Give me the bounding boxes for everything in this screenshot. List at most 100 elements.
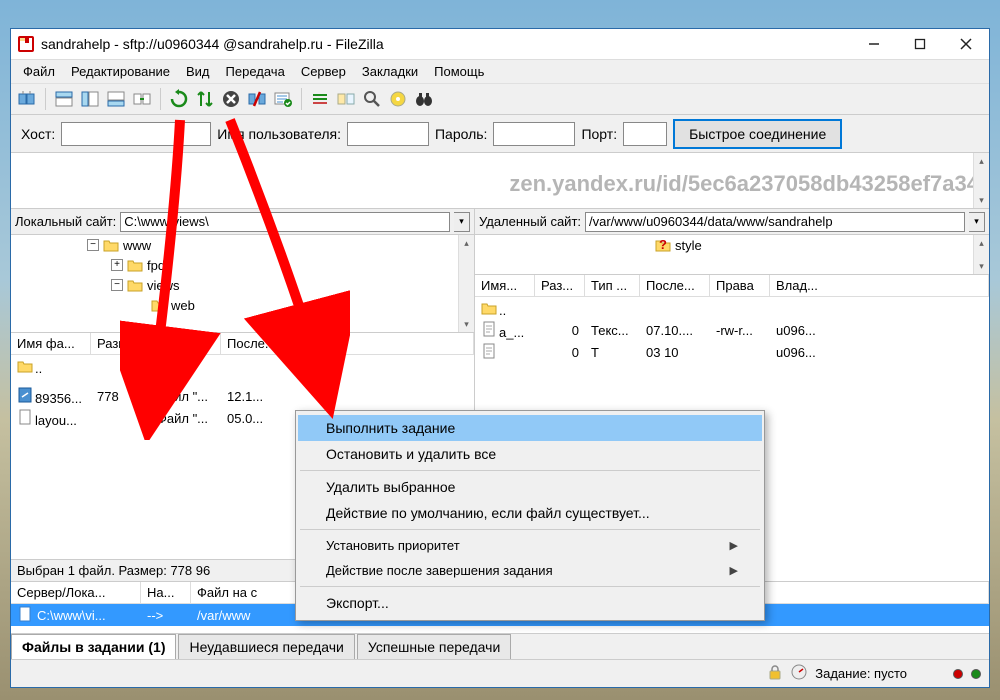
remote-path-input[interactable] (585, 212, 965, 232)
pass-input[interactable] (493, 122, 575, 146)
col-dir[interactable]: На... (141, 582, 191, 603)
col-name[interactable]: Имя... (475, 275, 535, 296)
gauge-icon (791, 664, 807, 683)
ctx-run[interactable]: Выполнить задание (298, 415, 762, 441)
col-type[interactable]: Тип ... (585, 275, 640, 296)
remote-tree-scrollbar[interactable]: ▴▾ (973, 235, 989, 274)
tree-item-label[interactable]: views (147, 278, 180, 293)
quickconnect-button[interactable]: Быстрое соединение (673, 119, 842, 149)
host-input[interactable] (61, 122, 211, 146)
folder-icon (103, 238, 119, 252)
col-mod[interactable]: После... (221, 333, 474, 354)
reconnect-icon[interactable] (271, 87, 295, 111)
toggle-log-icon[interactable] (52, 87, 76, 111)
toggle-tree-icon[interactable] (78, 87, 102, 111)
tab-queued[interactable]: Файлы в задании (1) (11, 634, 176, 659)
col-type[interactable]: Тип ф... (151, 333, 221, 354)
col-own[interactable]: Влад... (770, 275, 989, 296)
statusbar: Задание: пусто (11, 659, 989, 687)
tree-item-label[interactable]: fpdf (147, 258, 169, 273)
process-queue-icon[interactable] (193, 87, 217, 111)
user-input[interactable] (347, 122, 429, 146)
ctx-export[interactable]: Экспорт... (298, 590, 762, 616)
disconnect-icon[interactable] (245, 87, 269, 111)
ctx-after-action[interactable]: Действие после завершения задания▶ (298, 558, 762, 583)
folder-icon (127, 278, 143, 292)
local-path-dropdown[interactable]: ▾ (454, 212, 470, 232)
menu-server[interactable]: Сервер (295, 62, 352, 81)
ctx-delete[interactable]: Удалить выбранное (298, 474, 762, 500)
col-name[interactable]: Имя фа... (11, 333, 91, 354)
menu-transfer[interactable]: Передача (220, 62, 291, 81)
tree-item-label[interactable]: web (171, 298, 195, 313)
user-label: Имя пользователя: (217, 126, 341, 142)
watermark-text: zen.yandex.ru/id/5ec6a237058db43258ef7a3… (509, 171, 979, 197)
file-icon (481, 343, 497, 359)
queue-context-menu: Выполнить задание Остановить и удалить в… (295, 410, 765, 621)
binoculars-icon[interactable] (412, 87, 436, 111)
file-icon (17, 409, 33, 425)
file-icon (481, 321, 497, 337)
search-icon[interactable] (360, 87, 384, 111)
quickconnect-bar: Хост: Имя пользователя: Пароль: Порт: Бы… (11, 115, 989, 153)
pass-label: Пароль: (435, 126, 487, 142)
col-size[interactable]: Разм... (91, 333, 151, 354)
compare-icon[interactable] (334, 87, 358, 111)
host-label: Хост: (21, 126, 55, 142)
col-mod[interactable]: После... (640, 275, 710, 296)
remote-list-header[interactable]: Имя... Раз... Тип ... После... Права Вла… (475, 275, 989, 297)
list-item[interactable]: a_... 0 Текс... 07.10.... -rw-r... u096.… (475, 319, 989, 341)
ctx-stop[interactable]: Остановить и удалить все (298, 441, 762, 467)
tree-item-label[interactable]: www (123, 238, 151, 253)
remote-path-dropdown[interactable]: ▾ (969, 212, 985, 232)
col-size[interactable]: Раз... (535, 275, 585, 296)
ctx-priority[interactable]: Установить приоритет▶ (298, 533, 762, 558)
manage-icon[interactable] (386, 87, 410, 111)
minimize-button[interactable] (851, 29, 897, 59)
col-server[interactable]: Сервер/Лока... (11, 582, 141, 603)
local-path-input[interactable] (120, 212, 450, 232)
list-item[interactable]: .. (11, 355, 474, 377)
expand-icon[interactable]: − (111, 279, 123, 291)
expand-icon[interactable]: + (111, 259, 123, 271)
menu-help[interactable]: Помощь (428, 62, 490, 81)
up-folder-icon (17, 357, 33, 373)
toolbar (11, 83, 989, 115)
expand-icon[interactable]: − (87, 239, 99, 251)
close-button[interactable] (943, 29, 989, 59)
list-item[interactable]: 0 Т 03 10 u096... (475, 341, 989, 363)
menu-bookmarks[interactable]: Закладки (356, 62, 424, 81)
list-item[interactable]: .. (475, 297, 989, 319)
local-list-header[interactable]: Имя фа... Разм... Тип ф... После... (11, 333, 474, 355)
toggle-queue-icon[interactable] (104, 87, 128, 111)
filter-icon[interactable] (308, 87, 332, 111)
queue-status-text: Задание: пусто (815, 666, 907, 681)
tree-item-label[interactable]: style (675, 238, 702, 253)
window-title: sandrahelp - sftp://u0960344 @sandrahelp… (41, 36, 851, 52)
menubar: Файл Редактирование Вид Передача Сервер … (11, 59, 989, 83)
remote-tree[interactable]: ? style ▴▾ (475, 235, 989, 275)
local-tree[interactable]: − www + fpdf − views web ▴▾ (11, 235, 474, 333)
col-perm[interactable]: Права (710, 275, 770, 296)
chevron-right-icon: ▶ (730, 564, 738, 577)
svg-text:?: ? (659, 238, 667, 252)
unknown-folder-icon: ? (655, 238, 671, 252)
tab-ok[interactable]: Успешные передачи (357, 634, 511, 659)
chevron-right-icon: ▶ (730, 539, 738, 552)
port-input[interactable] (623, 122, 667, 146)
bottom-tabs: Файлы в задании (1) Неудавшиеся передачи… (11, 633, 989, 659)
log-scrollbar[interactable]: ▴▾ (973, 153, 989, 208)
local-tree-scrollbar[interactable]: ▴▾ (458, 235, 474, 332)
sync-browse-icon[interactable] (130, 87, 154, 111)
menu-view[interactable]: Вид (180, 62, 216, 81)
activity-led-recv (953, 669, 963, 679)
menu-edit[interactable]: Редактирование (65, 62, 176, 81)
refresh-icon[interactable] (167, 87, 191, 111)
ctx-default-exists[interactable]: Действие по умолчанию, если файл существ… (298, 500, 762, 526)
site-manager-icon[interactable] (15, 87, 39, 111)
cancel-icon[interactable] (219, 87, 243, 111)
maximize-button[interactable] (897, 29, 943, 59)
tab-failed[interactable]: Неудавшиеся передачи (178, 634, 354, 659)
list-item[interactable]: 89356... 778 Файл "... 12.1... (11, 385, 474, 407)
menu-file[interactable]: Файл (17, 62, 61, 81)
